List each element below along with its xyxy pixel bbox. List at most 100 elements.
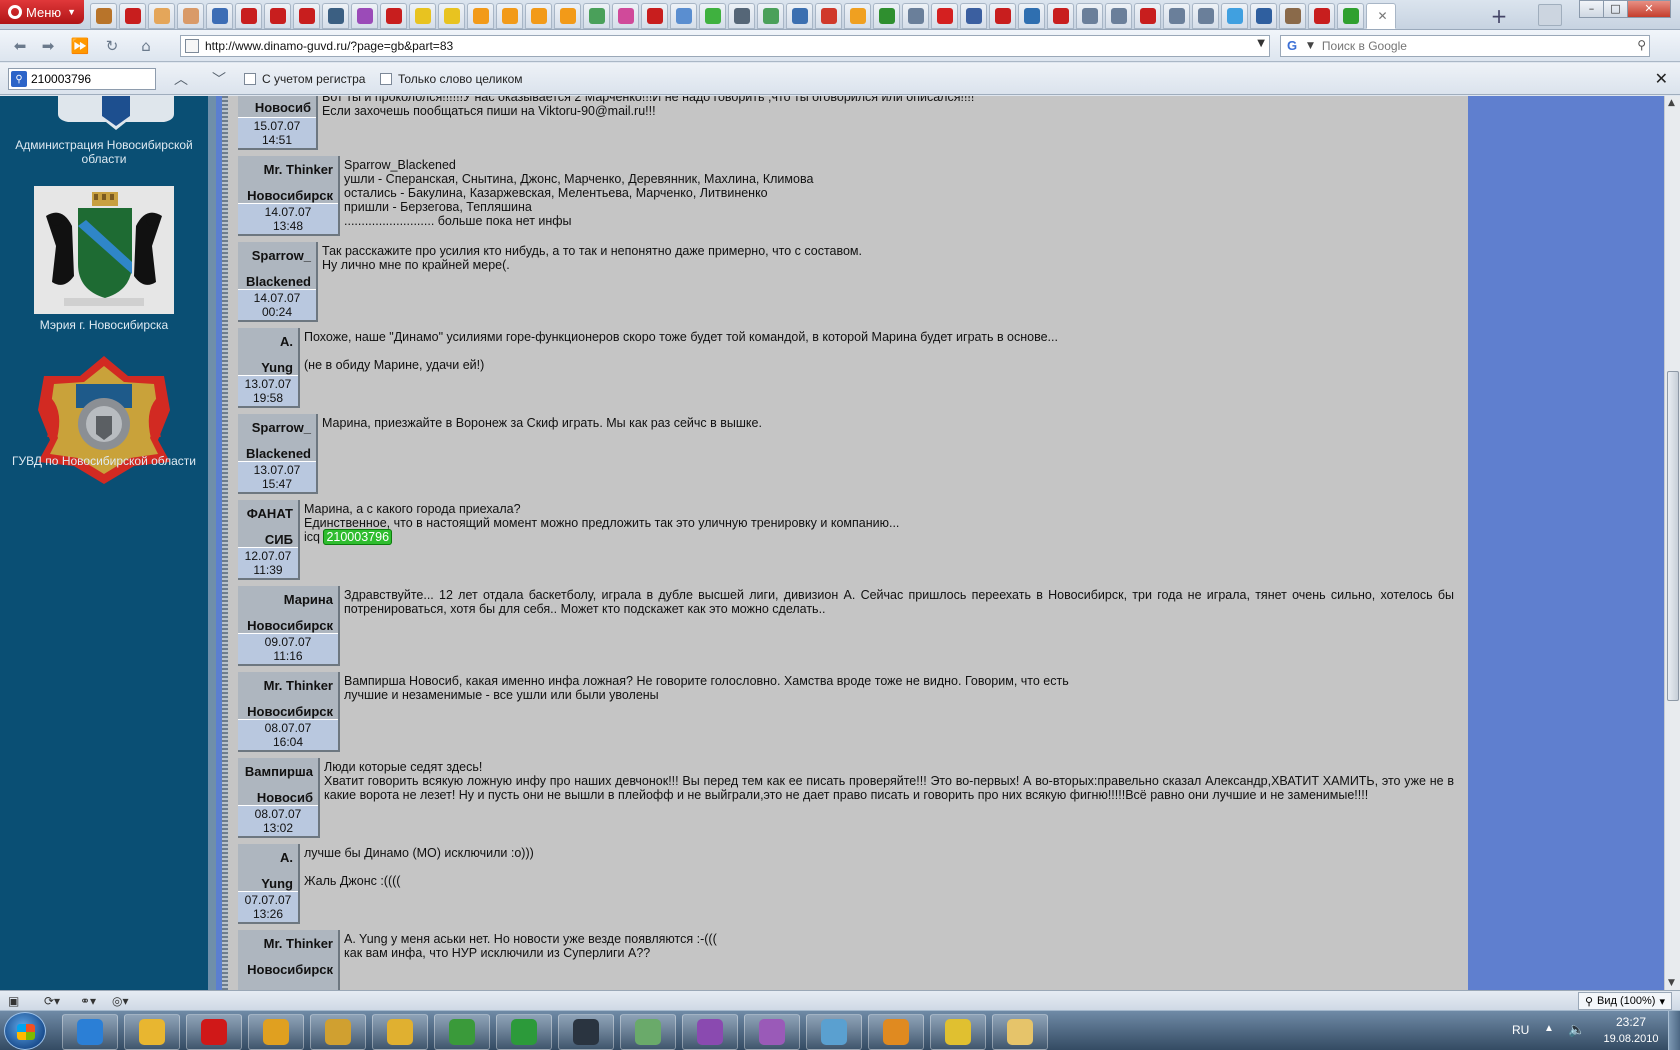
browser-tab[interactable] bbox=[1250, 3, 1277, 29]
browser-tab[interactable] bbox=[1018, 3, 1045, 29]
taskbar-button[interactable] bbox=[248, 1014, 304, 1050]
browser-tab[interactable] bbox=[351, 3, 378, 29]
opera-menu-button[interactable]: Меню ▼ bbox=[0, 0, 84, 24]
reload-button[interactable]: ↻ bbox=[100, 34, 124, 58]
taskbar-button[interactable] bbox=[124, 1014, 180, 1050]
active-browser-tab[interactable]: ✕ bbox=[1366, 3, 1396, 29]
scroll-down-icon[interactable]: ▼ bbox=[1668, 978, 1675, 988]
browser-tab[interactable] bbox=[757, 3, 784, 29]
scroll-up-icon[interactable]: ▲ bbox=[1668, 98, 1675, 108]
find-input[interactable] bbox=[31, 72, 151, 86]
share-icon[interactable]: ⚭▾ bbox=[80, 994, 96, 1008]
admin-emblem-icon[interactable] bbox=[58, 96, 174, 130]
browser-tab[interactable] bbox=[728, 3, 755, 29]
browser-tab[interactable] bbox=[699, 3, 726, 29]
browser-tab[interactable] bbox=[438, 3, 465, 29]
mayor-label[interactable]: Мэрия г. Новосибирска bbox=[0, 318, 208, 332]
browser-tab[interactable] bbox=[1337, 3, 1364, 29]
show-desktop-button[interactable] bbox=[1668, 1011, 1680, 1050]
browser-tab[interactable] bbox=[1308, 3, 1335, 29]
novosibirsk-coat-of-arms-icon[interactable] bbox=[34, 186, 174, 314]
search-engine-dropdown-icon[interactable]: ▼ bbox=[1307, 41, 1314, 51]
back-button[interactable]: ⬅ bbox=[8, 34, 32, 58]
browser-tab[interactable] bbox=[380, 3, 407, 29]
forward-button[interactable]: ➡ bbox=[36, 34, 60, 58]
close-window-button[interactable]: ✕ bbox=[1627, 0, 1671, 18]
zoom-control[interactable]: ⚲ Вид (100%) ▾ bbox=[1577, 992, 1672, 1010]
browser-tab[interactable] bbox=[148, 3, 175, 29]
taskbar-button[interactable] bbox=[868, 1014, 924, 1050]
browser-tab[interactable] bbox=[844, 3, 871, 29]
browser-tab[interactable] bbox=[409, 3, 436, 29]
browser-tab[interactable] bbox=[90, 3, 117, 29]
search-box[interactable]: G ▼ ⚲ bbox=[1280, 35, 1650, 57]
closed-tabs-trash-icon[interactable] bbox=[1538, 4, 1562, 26]
volume-icon[interactable]: 🔈 bbox=[1568, 1021, 1585, 1038]
find-field[interactable]: ⚲ bbox=[8, 68, 156, 90]
taskbar-button[interactable] bbox=[186, 1014, 242, 1050]
search-icon[interactable]: ⚲ bbox=[1637, 38, 1646, 52]
taskbar-button[interactable] bbox=[558, 1014, 614, 1050]
browser-tab[interactable] bbox=[641, 3, 668, 29]
browser-tab[interactable] bbox=[467, 3, 494, 29]
browser-tab[interactable] bbox=[1279, 3, 1306, 29]
find-next-button[interactable]: ﹀ bbox=[212, 69, 226, 89]
taskbar-button[interactable] bbox=[744, 1014, 800, 1050]
sync-icon[interactable]: ⟳▾ bbox=[44, 994, 60, 1008]
maximize-button[interactable]: □ bbox=[1603, 0, 1628, 18]
browser-tab[interactable] bbox=[322, 3, 349, 29]
vertical-scrollbar[interactable]: ▲ ▼ bbox=[1664, 96, 1680, 990]
clock-time[interactable]: 23:27 bbox=[1598, 1015, 1664, 1029]
browser-tab[interactable] bbox=[670, 3, 697, 29]
close-icon[interactable]: ✕ bbox=[1655, 69, 1668, 88]
browser-tab[interactable] bbox=[1076, 3, 1103, 29]
match-case-checkbox[interactable]: С учетом регистра bbox=[244, 72, 365, 86]
fast-forward-button[interactable]: ⏩ bbox=[68, 34, 92, 58]
browser-tab[interactable] bbox=[612, 3, 639, 29]
browser-tab[interactable] bbox=[235, 3, 262, 29]
browser-tab[interactable] bbox=[1047, 3, 1074, 29]
taskbar-button[interactable] bbox=[682, 1014, 738, 1050]
guvd-label[interactable]: ГУВД по Новосибирской области bbox=[0, 454, 208, 468]
browser-tab[interactable] bbox=[989, 3, 1016, 29]
browser-tab[interactable] bbox=[177, 3, 204, 29]
browser-tab[interactable] bbox=[264, 3, 291, 29]
browser-tab[interactable] bbox=[1221, 3, 1248, 29]
browser-tab[interactable] bbox=[873, 3, 900, 29]
start-button[interactable] bbox=[4, 1012, 46, 1050]
tray-expand-icon[interactable]: ▲ bbox=[1544, 1023, 1554, 1034]
browser-tab[interactable] bbox=[1134, 3, 1161, 29]
browser-tab[interactable] bbox=[931, 3, 958, 29]
browser-tab[interactable] bbox=[902, 3, 929, 29]
browser-tab[interactable] bbox=[554, 3, 581, 29]
taskbar-button[interactable] bbox=[310, 1014, 366, 1050]
browser-tab[interactable] bbox=[960, 3, 987, 29]
find-previous-button[interactable]: ︿ bbox=[174, 69, 188, 89]
minimize-button[interactable]: – bbox=[1579, 0, 1604, 18]
taskbar-button[interactable] bbox=[496, 1014, 552, 1050]
browser-tab[interactable] bbox=[786, 3, 813, 29]
clock-date[interactable]: 19.08.2010 bbox=[1598, 1033, 1664, 1045]
address-field[interactable]: http://www.dinamo-guvd.ru/?page=gb&part=… bbox=[180, 35, 1270, 57]
language-indicator[interactable]: RU bbox=[1512, 1023, 1529, 1037]
browser-tab[interactable] bbox=[496, 3, 523, 29]
browser-tab[interactable] bbox=[293, 3, 320, 29]
browser-tab[interactable] bbox=[815, 3, 842, 29]
taskbar-button[interactable] bbox=[806, 1014, 862, 1050]
address-dropdown-icon[interactable]: ▼ bbox=[1257, 38, 1265, 49]
taskbar-button[interactable] bbox=[372, 1014, 428, 1050]
new-tab-button[interactable]: + bbox=[1486, 4, 1512, 28]
home-button[interactable]: ⌂ bbox=[134, 34, 158, 58]
whole-word-checkbox[interactable]: Только слово целиком bbox=[380, 72, 523, 86]
browser-tab[interactable] bbox=[206, 3, 233, 29]
taskbar-button[interactable] bbox=[930, 1014, 986, 1050]
taskbar-button[interactable] bbox=[992, 1014, 1048, 1050]
taskbar-button[interactable] bbox=[62, 1014, 118, 1050]
turbo-icon[interactable]: ◎▾ bbox=[112, 994, 129, 1008]
admin-label[interactable]: Администрация Новосибирской области bbox=[0, 138, 208, 166]
taskbar-button[interactable] bbox=[434, 1014, 490, 1050]
close-tab-icon[interactable]: ✕ bbox=[1377, 9, 1387, 23]
panel-toggle-icon[interactable]: ▣ bbox=[8, 994, 19, 1008]
browser-tab[interactable] bbox=[119, 3, 146, 29]
browser-tab[interactable] bbox=[1192, 3, 1219, 29]
